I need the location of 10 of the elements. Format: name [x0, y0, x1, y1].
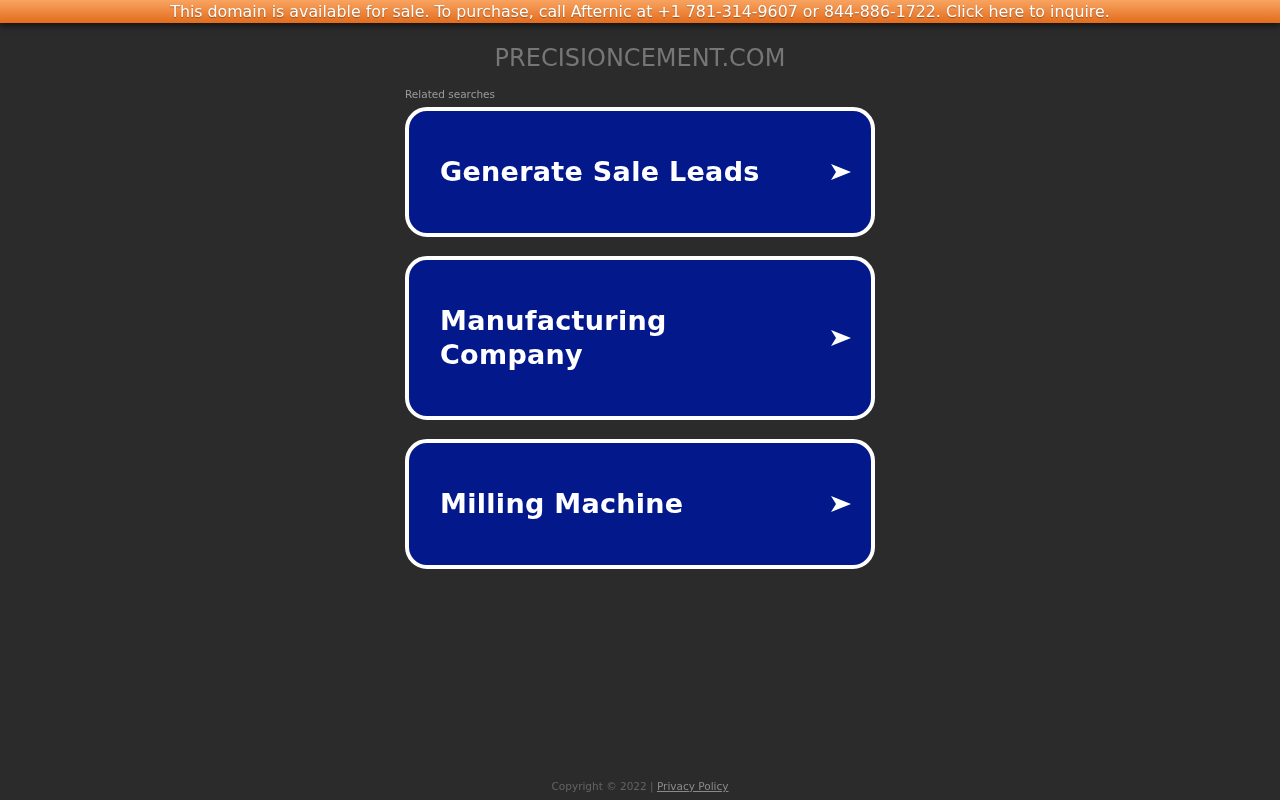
- copyright-text: Copyright © 2022 | Privacy Policy: [551, 780, 729, 793]
- related-search-link[interactable]: Milling Machine: [405, 439, 875, 569]
- related-search-link[interactable]: Manufacturing Company: [405, 256, 875, 420]
- arrow-icon: [831, 330, 851, 346]
- related-search-link[interactable]: Generate Sale Leads: [405, 107, 875, 237]
- arrow-icon: [831, 496, 851, 512]
- domain-title: PRECISIONCEMENT.COM: [494, 43, 786, 73]
- related-searches-heading: Related searches: [405, 88, 496, 101]
- arrow-icon: [831, 164, 851, 180]
- privacy-policy-link[interactable]: Privacy Policy: [656, 780, 729, 792]
